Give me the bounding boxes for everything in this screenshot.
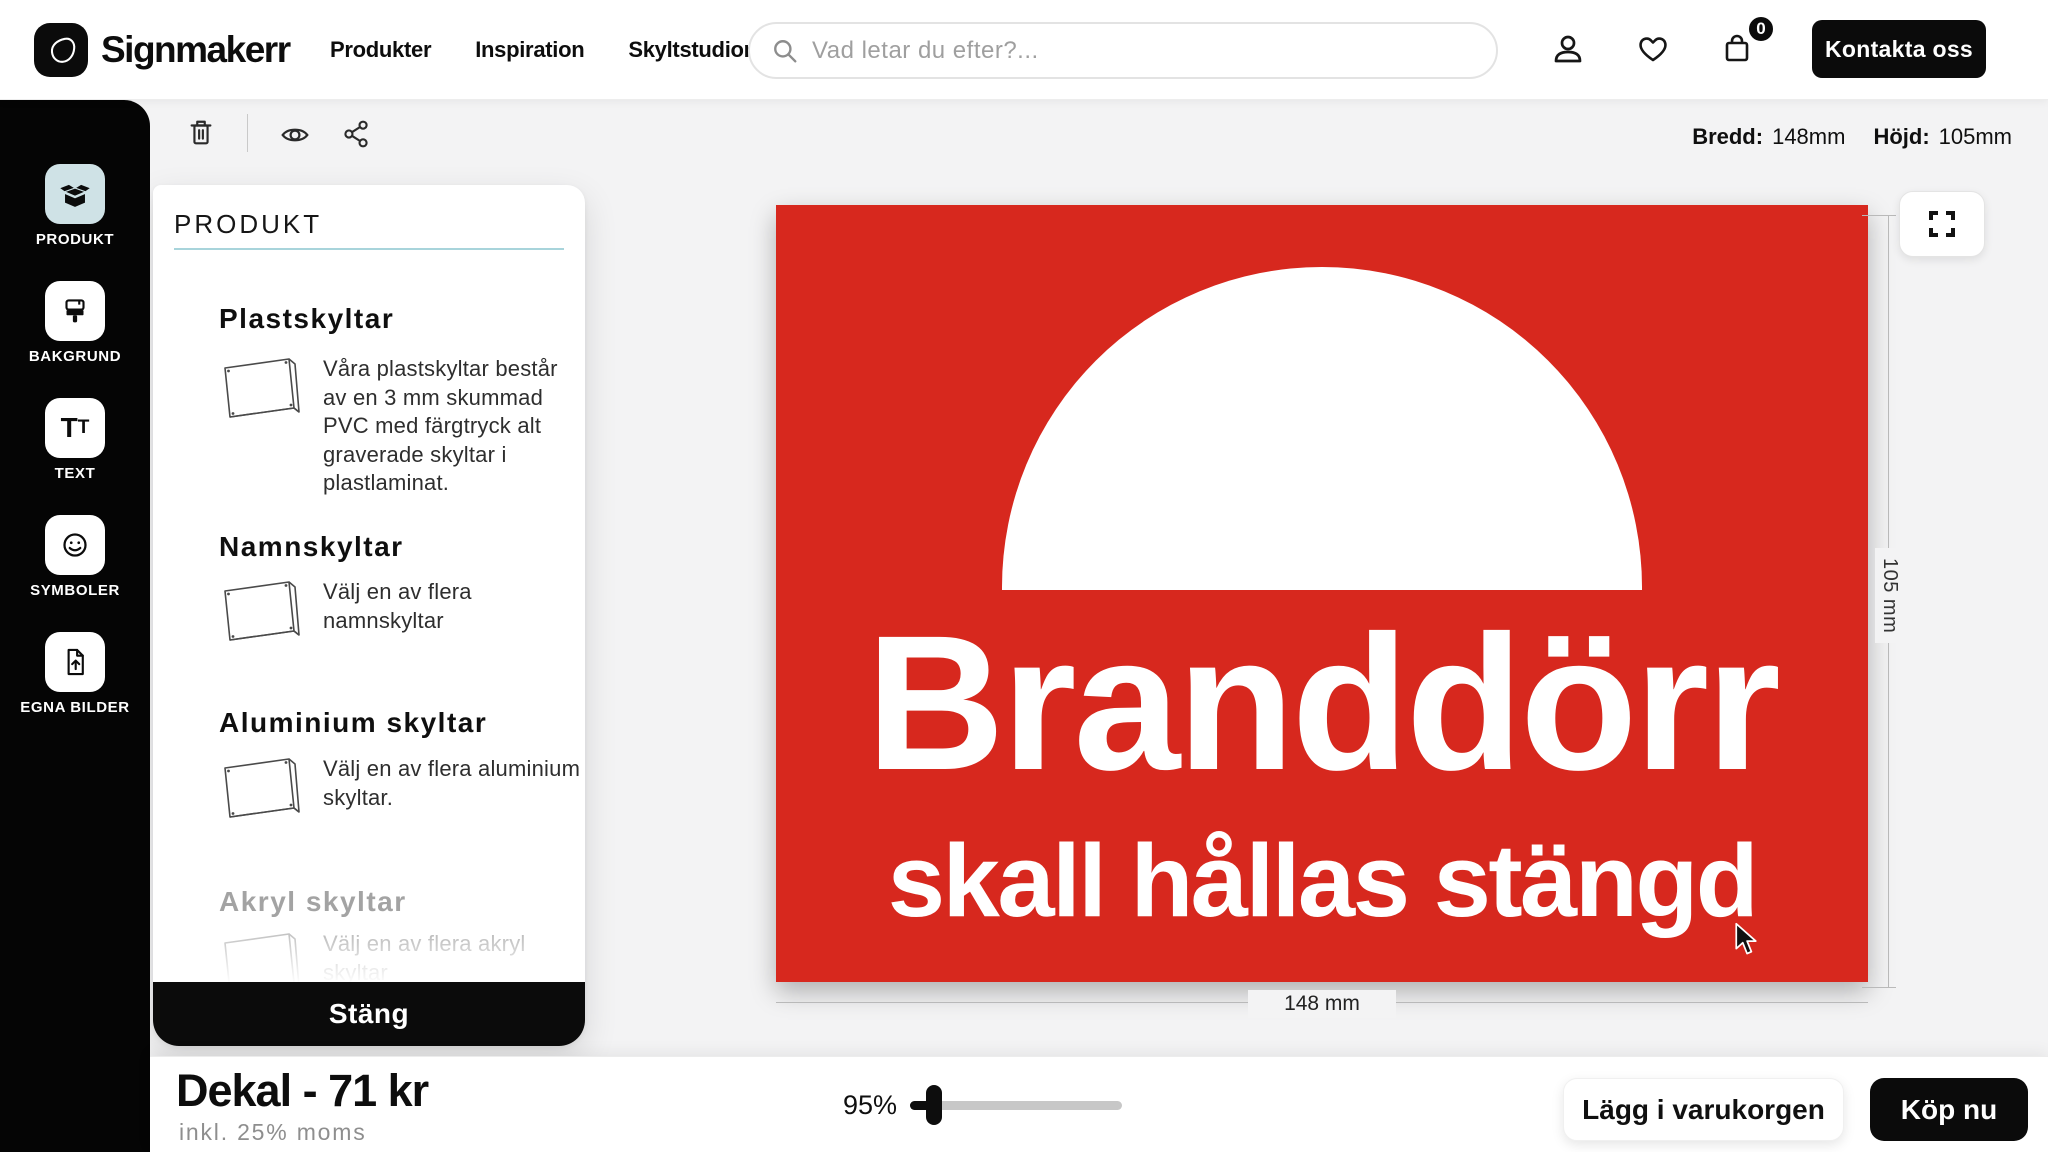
buy-now-button[interactable]: Köp nu <box>1870 1078 2028 1141</box>
product-option-akryl[interactable]: Akryl skyltar <box>219 886 407 918</box>
sign-size-info: Bredd:148mm Höjd:105mm <box>1692 124 2012 150</box>
vat-note: inkl. 25% moms <box>179 1119 367 1146</box>
skyltstudio-app: Signmakerr Produkter Inspiration Skyltst… <box>0 0 2048 1152</box>
cart-count-badge: 0 <box>1747 15 1775 43</box>
sign-semicircle-graphic <box>1002 267 1642 590</box>
top-navbar: Signmakerr Produkter Inspiration Skyltst… <box>0 0 2048 100</box>
width-info: Bredd:148mm <box>1692 124 1845 150</box>
mouse-cursor-icon <box>1733 922 1759 958</box>
dimension-tick <box>1862 987 1896 988</box>
sidebar-item-label: BAKGRUND <box>29 348 121 365</box>
user-icon[interactable] <box>1551 32 1585 66</box>
sidebar-item-text[interactable]: TT TEXT <box>45 398 105 482</box>
height-dimension-label: 105 mm <box>1875 548 1904 643</box>
product-option-description: Välj en av flera namnskyltar <box>323 578 585 644</box>
zoom-percent-label: 95% <box>843 1090 897 1121</box>
dimension-tick <box>1862 215 1896 216</box>
sign-text-line1[interactable]: Branddörr <box>776 607 1868 799</box>
panel-title: PRODUKT <box>174 209 322 240</box>
delete-trash-icon[interactable] <box>186 118 216 148</box>
nav-link-inspiration[interactable]: Inspiration <box>475 37 584 63</box>
sidebar-item-bakgrund[interactable]: BAKGRUND <box>29 281 121 365</box>
text-icon: TT <box>45 398 105 458</box>
contact-button[interactable]: Kontakta oss <box>1812 20 1986 78</box>
bottom-action-bar: Dekal - 71 kr inkl. 25% moms 95% Lägg i … <box>150 1056 2048 1152</box>
panel-title-underline <box>174 248 564 250</box>
product-option-aluminium[interactable]: Aluminium skyltar <box>219 707 487 739</box>
share-icon[interactable] <box>341 119 371 149</box>
product-panel: PRODUKT Plastskyltar Våra plastskyltar b… <box>153 185 585 1046</box>
nav-link-skyltstudion[interactable]: Skyltstudion <box>628 37 756 63</box>
add-to-cart-button[interactable]: Lägg i varukorgen <box>1563 1078 1844 1141</box>
toolbar-divider <box>247 114 248 152</box>
box-icon <box>45 164 105 224</box>
nav-link-produkter[interactable]: Produkter <box>330 37 431 63</box>
brand-logo[interactable]: Signmakerr <box>34 23 290 77</box>
favorites-heart-icon[interactable] <box>1636 32 1670 66</box>
sidebar-item-produkt[interactable]: PRODUKT <box>36 164 114 248</box>
height-info: Höjd:105mm <box>1873 124 2012 150</box>
product-option-plastskyltar[interactable]: Plastskyltar <box>219 303 394 335</box>
sidebar-item-label: PRODUKT <box>36 231 114 248</box>
close-panel-button[interactable]: Stäng <box>153 982 585 1046</box>
logo-icon <box>34 23 88 77</box>
product-option-description: Våra plastskyltar består av en 3 mm skum… <box>323 355 585 498</box>
search-icon <box>772 38 798 64</box>
sidebar-item-symboler[interactable]: SYMBOLER <box>30 515 120 599</box>
editor-sidebar: PRODUKT BAKGRUND TT TEXT <box>0 100 150 1152</box>
product-option-namnskyltar-row[interactable]: Välj en av flera namnskyltar <box>219 578 585 644</box>
search-input[interactable] <box>812 37 1474 65</box>
sign-thumbnail-icon <box>219 578 303 644</box>
fullscreen-button[interactable] <box>1899 191 1985 257</box>
fullscreen-icon <box>1927 209 1957 239</box>
product-option-aluminium-row[interactable]: Välj en av flera aluminium skyltar. <box>219 755 585 821</box>
sidebar-item-label: TEXT <box>55 465 96 482</box>
sign-canvas[interactable]: Branddörr skall hållas stängd <box>776 205 1868 982</box>
upload-image-icon <box>45 632 105 692</box>
sidebar-item-egna-bilder[interactable]: EGNA BILDER <box>20 632 129 716</box>
paint-brush-icon <box>45 281 105 341</box>
sign-thumbnail-icon <box>219 355 303 421</box>
sign-text-line2[interactable]: skall hållas stängd <box>776 829 1868 932</box>
smiley-icon <box>45 515 105 575</box>
sidebar-item-label: SYMBOLER <box>30 582 120 599</box>
product-option-plastskyltar-row[interactable]: Våra plastskyltar består av en 3 mm skum… <box>219 355 585 498</box>
main-nav: Produkter Inspiration Skyltstudion <box>330 0 757 100</box>
zoom-slider[interactable] <box>910 1085 1122 1125</box>
brand-name: Signmakerr <box>101 29 290 71</box>
zoom-slider-thumb[interactable] <box>926 1085 942 1125</box>
preview-eye-icon[interactable] <box>280 120 310 150</box>
search-bar[interactable] <box>748 22 1498 79</box>
product-option-namnskyltar[interactable]: Namnskyltar <box>219 531 404 563</box>
sign-thumbnail-icon <box>219 755 303 821</box>
width-dimension-label: 148 mm <box>1248 990 1396 1018</box>
sidebar-item-label: EGNA BILDER <box>20 699 129 716</box>
price-label: Dekal - 71 kr <box>176 1065 428 1117</box>
product-option-description: Välj en av flera aluminium skyltar. <box>323 755 585 821</box>
